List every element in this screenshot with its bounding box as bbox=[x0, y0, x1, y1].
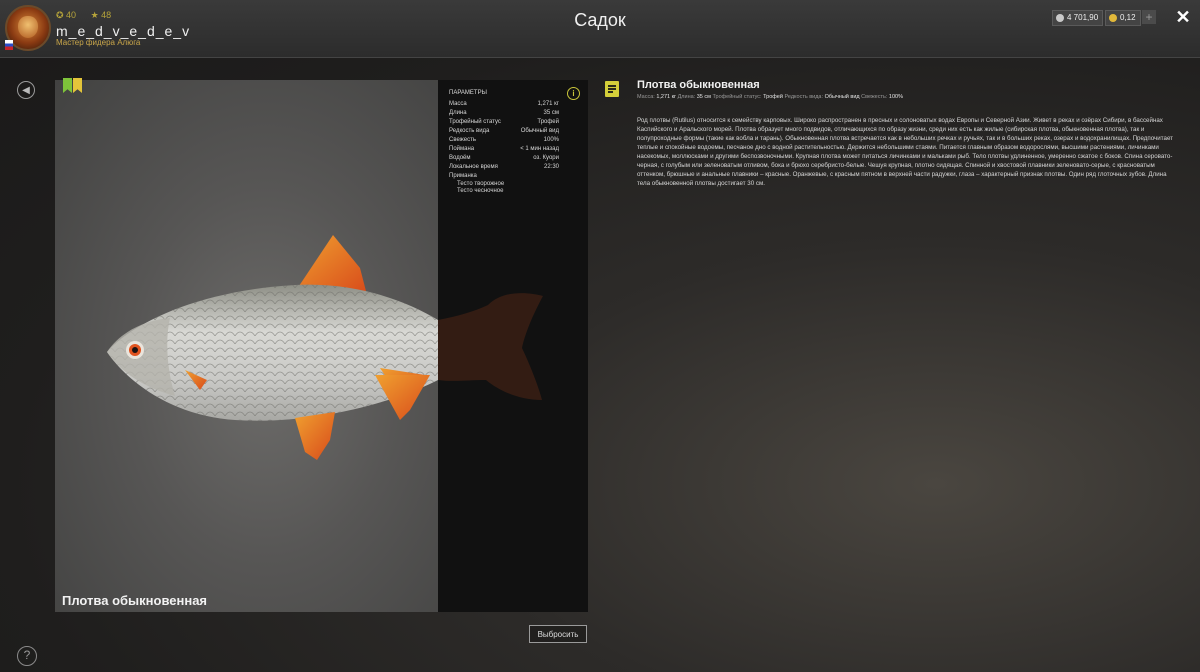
page-title: Садок bbox=[574, 10, 626, 30]
param-row: Редкость вида Обычный вид bbox=[449, 128, 559, 134]
meta-label: Трофейный статус: bbox=[712, 94, 762, 100]
param-row: Длина 35 см bbox=[449, 110, 559, 116]
param-value: 1,271 кг bbox=[537, 101, 560, 107]
silver-value: 4 701,90 bbox=[1067, 13, 1099, 22]
params-panel: ПАРАМЕТРЫ i Масса 1,271 кг Длина 35 см Тро… bbox=[438, 80, 588, 612]
fish-illustration bbox=[107, 235, 438, 460]
param-label: Водоём bbox=[449, 155, 471, 161]
add-currency-button[interactable]: + bbox=[1142, 10, 1156, 24]
description-text: Род плотвы (Rutilus) относится к семейст… bbox=[637, 117, 1174, 187]
badges bbox=[63, 78, 82, 93]
gold-value: 0,12 bbox=[1120, 13, 1136, 22]
meta-value: Трофей bbox=[763, 94, 783, 100]
flag-icon bbox=[5, 40, 13, 50]
param-value: Обычный вид bbox=[520, 128, 559, 134]
param-value: 22:30 bbox=[543, 164, 559, 170]
param-label: Трофейный статус bbox=[449, 119, 501, 125]
param-label: Редкость вида bbox=[449, 128, 490, 134]
back-arrow-icon[interactable]: ◀ bbox=[17, 81, 35, 99]
fish-view bbox=[55, 80, 438, 612]
meta-value: 100% bbox=[888, 94, 903, 100]
meta-label: Редкость вида: bbox=[784, 94, 824, 100]
meta-label: Свежесть: bbox=[861, 94, 888, 100]
gold-coin-icon bbox=[1109, 14, 1117, 22]
bookmark-badge-icon bbox=[73, 78, 82, 93]
param-label: Свежесть bbox=[449, 137, 476, 143]
user-rank: Мастер фидера Алюга bbox=[56, 38, 141, 47]
fish-name: Плотва обыкновенная bbox=[62, 593, 208, 608]
param-row: Трофейный статус Трофей bbox=[449, 119, 559, 125]
param-label: Поймана bbox=[449, 146, 475, 152]
info-icon[interactable]: i bbox=[567, 87, 580, 100]
param-label: Длина bbox=[449, 110, 467, 116]
close-button[interactable]: ✕ bbox=[1174, 8, 1192, 26]
param-row: Масса 1,271 кг bbox=[449, 101, 559, 107]
trophy-badge-icon bbox=[63, 78, 72, 93]
param-label: Приманка bbox=[449, 173, 477, 179]
top-bar: ✪ 40 ★ 48 m_e_d_v_e_d_e_v Мастер фидера … bbox=[0, 0, 1200, 58]
meta-label: Длина: bbox=[677, 94, 696, 100]
param-row: Свежесть 100% bbox=[449, 137, 559, 143]
note-icon bbox=[605, 81, 619, 97]
silver-balance[interactable]: 4 701,90 bbox=[1052, 10, 1104, 26]
bait-item: Тесто чесночное bbox=[457, 188, 504, 194]
param-value: оз. Куори bbox=[533, 155, 559, 161]
description-title: Плотва обыкновенная bbox=[637, 79, 760, 91]
param-row: Поймана < 1 мин назад bbox=[449, 146, 559, 152]
param-label: Локальное время bbox=[449, 164, 498, 170]
meta-value: 1,271 кг bbox=[656, 94, 677, 100]
meta-label: Масса: bbox=[637, 94, 655, 100]
release-button[interactable]: Выбросить bbox=[529, 625, 587, 643]
param-value: 35 см bbox=[543, 110, 559, 116]
param-row: Локальное время 22:30 bbox=[449, 164, 559, 170]
description-meta: Масса: 1,271 кг Длина: 35 см Трофейный с… bbox=[637, 94, 903, 100]
gold-balance[interactable]: 0,12 bbox=[1105, 10, 1141, 26]
silver-coin-icon bbox=[1056, 14, 1064, 22]
help-icon[interactable]: ? bbox=[17, 646, 37, 666]
params-title: ПАРАМЕТРЫ bbox=[449, 90, 487, 96]
bait-item: Тесто творожное bbox=[457, 181, 505, 187]
param-label: Масса bbox=[449, 101, 467, 107]
meta-value: 35 см bbox=[696, 94, 711, 100]
meta-value: Обычный вид bbox=[824, 94, 860, 100]
param-row: Приманка bbox=[449, 173, 559, 179]
param-value: Трофей bbox=[537, 119, 559, 125]
param-row: Водоём оз. Куори bbox=[449, 155, 559, 161]
param-value: < 1 мин назад bbox=[520, 146, 559, 152]
param-value: 100% bbox=[543, 137, 559, 143]
